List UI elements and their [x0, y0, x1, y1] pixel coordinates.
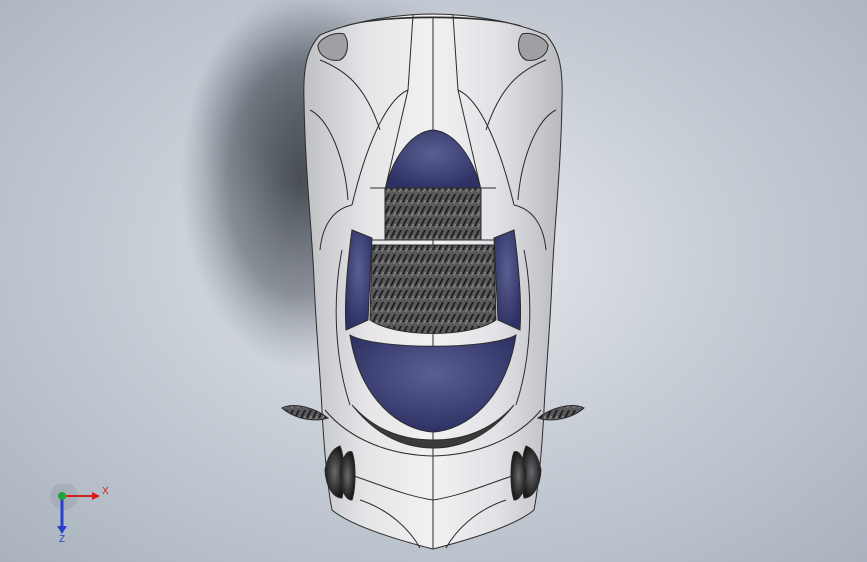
carbon-roof-front: [384, 187, 482, 241]
carbon-engine-cover: [369, 244, 497, 334]
z-axis-arrow: [57, 526, 67, 534]
y-axis-dot: [58, 492, 66, 500]
car-model[interactable]: [0, 0, 867, 562]
z-axis-label: Z: [59, 534, 65, 544]
x-axis-label: X: [102, 486, 109, 497]
x-axis-arrow: [92, 492, 100, 500]
3d-viewport[interactable]: X Z: [0, 0, 867, 562]
axis-triad: X Z: [50, 484, 109, 544]
